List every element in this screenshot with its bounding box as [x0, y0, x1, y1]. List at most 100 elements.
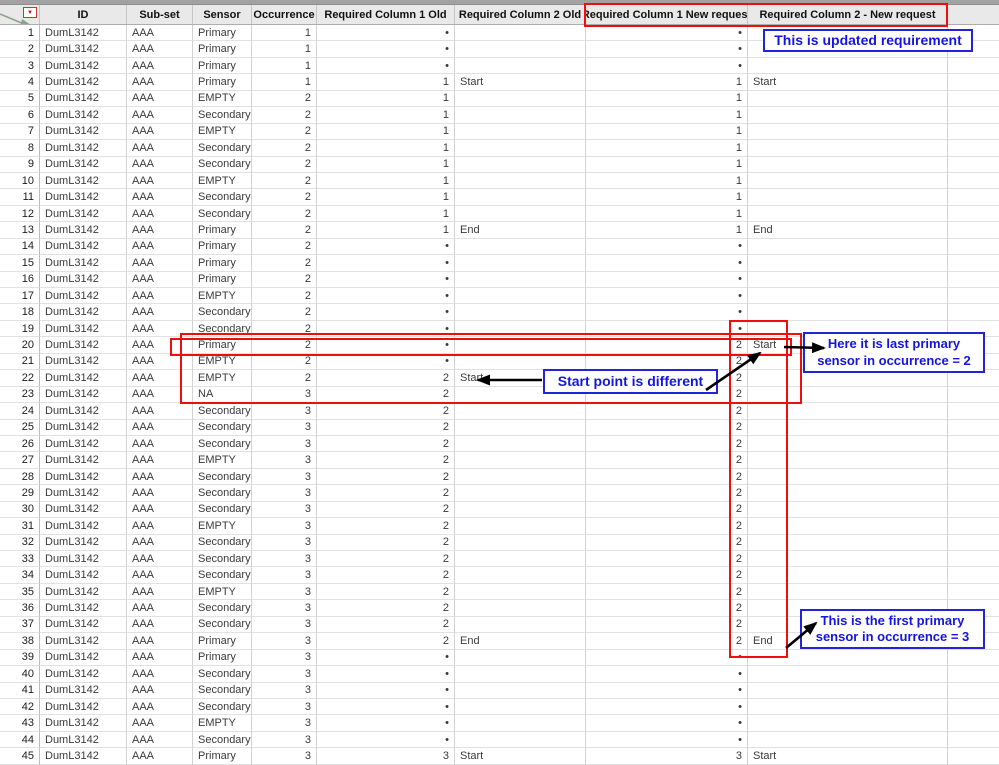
cell-sensor[interactable]: Secondary [193, 435, 252, 453]
column-header-subset[interactable]: Sub-set [127, 5, 193, 24]
cell-req2-old[interactable] [455, 452, 586, 469]
cell-req1-old[interactable]: 2 [317, 518, 455, 535]
row-number[interactable]: 28 [0, 468, 40, 486]
cell-req1-new[interactable]: 2 [586, 551, 748, 568]
cell-sensor[interactable]: Secondary [193, 698, 252, 716]
cell-sensor[interactable]: Secondary [193, 666, 252, 683]
cell-id[interactable]: DumL3142 [40, 123, 127, 141]
cell-sensor[interactable]: Primary [193, 633, 252, 650]
cell-occurrence[interactable]: 3 [252, 748, 317, 765]
row-number[interactable]: 40 [0, 666, 40, 683]
cell-id[interactable]: DumL3142 [40, 649, 127, 667]
cell-req1-old[interactable]: 1 [317, 90, 455, 108]
cell-req1-old[interactable]: • [317, 255, 455, 272]
row-number[interactable]: 5 [0, 90, 40, 108]
cell-sensor[interactable]: Secondary [193, 682, 252, 699]
cell-occurrence[interactable]: 2 [252, 90, 317, 108]
cell-req2-new[interactable] [748, 731, 948, 749]
cell-req2-new[interactable] [748, 57, 948, 75]
cell-occurrence[interactable]: 3 [252, 403, 317, 420]
row-number[interactable]: 23 [0, 386, 40, 404]
cell-subset[interactable]: AAA [127, 468, 193, 486]
cell-sensor[interactable]: Primary [193, 25, 252, 42]
cell-sensor[interactable]: Secondary [193, 156, 252, 173]
cell-occurrence[interactable]: 2 [252, 238, 317, 256]
cell-req2-new[interactable] [748, 156, 948, 173]
cell-sensor[interactable]: Secondary [193, 501, 252, 519]
cell-req1-old[interactable]: 2 [317, 501, 455, 519]
cell-id[interactable]: DumL3142 [40, 583, 127, 601]
cell-id[interactable]: DumL3142 [40, 140, 127, 157]
column-header-req2-old[interactable]: Required Column 2 Old [455, 5, 586, 24]
cell-req2-old[interactable]: End [455, 633, 586, 650]
cell-sensor[interactable]: Secondary [193, 107, 252, 124]
cell-req1-old[interactable]: • [317, 41, 455, 58]
cell-id[interactable]: DumL3142 [40, 468, 127, 486]
cell-id[interactable]: DumL3142 [40, 600, 127, 617]
cell-req1-new[interactable]: • [586, 271, 748, 288]
cell-req2-old[interactable]: End [455, 222, 586, 239]
cell-req1-new[interactable]: 2 [586, 403, 748, 420]
cell-req2-new[interactable] [748, 698, 948, 716]
cell-sensor[interactable]: Secondary [193, 419, 252, 436]
cell-subset[interactable]: AAA [127, 419, 193, 436]
cell-sensor[interactable]: Secondary [193, 616, 252, 634]
cell-sensor[interactable]: Secondary [193, 551, 252, 568]
cell-subset[interactable]: AAA [127, 567, 193, 584]
row-number[interactable]: 24 [0, 403, 40, 420]
column-menu-icon[interactable]: ▼ [23, 7, 37, 18]
cell-sensor[interactable]: EMPTY [193, 172, 252, 190]
cell-req2-new[interactable] [748, 682, 948, 699]
cell-subset[interactable]: AAA [127, 551, 193, 568]
cell-req2-old[interactable] [455, 90, 586, 108]
cell-id[interactable]: DumL3142 [40, 320, 127, 338]
row-number[interactable]: 16 [0, 271, 40, 288]
cell-req1-old[interactable]: 2 [317, 452, 455, 469]
column-header-sensor[interactable]: Sensor [193, 5, 252, 24]
cell-subset[interactable]: AAA [127, 682, 193, 699]
cell-id[interactable]: DumL3142 [40, 419, 127, 436]
cell-req2-old[interactable] [455, 567, 586, 584]
cell-subset[interactable]: AAA [127, 90, 193, 108]
cell-id[interactable]: DumL3142 [40, 205, 127, 223]
cell-req2-old[interactable] [455, 156, 586, 173]
cell-req2-old[interactable] [455, 238, 586, 256]
cell-req1-new[interactable]: 1 [586, 90, 748, 108]
cell-id[interactable]: DumL3142 [40, 666, 127, 683]
cell-req1-old[interactable]: 2 [317, 567, 455, 584]
cell-req2-new[interactable] [748, 271, 948, 288]
cell-req1-old[interactable]: • [317, 666, 455, 683]
cell-occurrence[interactable]: 3 [252, 616, 317, 634]
row-number[interactable]: 22 [0, 370, 40, 387]
cell-subset[interactable]: AAA [127, 255, 193, 272]
cell-req1-new[interactable]: • [586, 41, 748, 58]
cell-subset[interactable]: AAA [127, 534, 193, 551]
cell-id[interactable]: DumL3142 [40, 633, 127, 650]
cell-occurrence[interactable]: 3 [252, 567, 317, 584]
cell-id[interactable]: DumL3142 [40, 90, 127, 108]
cell-req1-old[interactable]: 1 [317, 156, 455, 173]
cell-req2-old[interactable] [455, 271, 586, 288]
cell-occurrence[interactable]: 3 [252, 649, 317, 667]
cell-occurrence[interactable]: 2 [252, 205, 317, 223]
cell-req2-old[interactable] [455, 518, 586, 535]
row-number[interactable]: 10 [0, 172, 40, 190]
cell-subset[interactable]: AAA [127, 288, 193, 305]
cell-subset[interactable]: AAA [127, 25, 193, 42]
row-number[interactable]: 43 [0, 715, 40, 732]
cell-req2-old[interactable] [455, 403, 586, 420]
cell-req2-new[interactable] [748, 238, 948, 256]
row-number[interactable]: 42 [0, 698, 40, 716]
row-number[interactable]: 4 [0, 74, 40, 91]
cell-req1-new[interactable]: 1 [586, 123, 748, 141]
row-number[interactable]: 13 [0, 222, 40, 239]
cell-req2-new[interactable] [748, 715, 948, 732]
cell-req2-old[interactable] [455, 649, 586, 667]
cell-sensor[interactable]: EMPTY [193, 518, 252, 535]
cell-req1-new[interactable]: 2 [586, 583, 748, 601]
cell-req2-old[interactable] [455, 435, 586, 453]
cell-sensor[interactable]: Primary [193, 74, 252, 91]
cell-occurrence[interactable]: 2 [252, 304, 317, 321]
cell-sensor[interactable]: Primary [193, 57, 252, 75]
cell-id[interactable]: DumL3142 [40, 435, 127, 453]
